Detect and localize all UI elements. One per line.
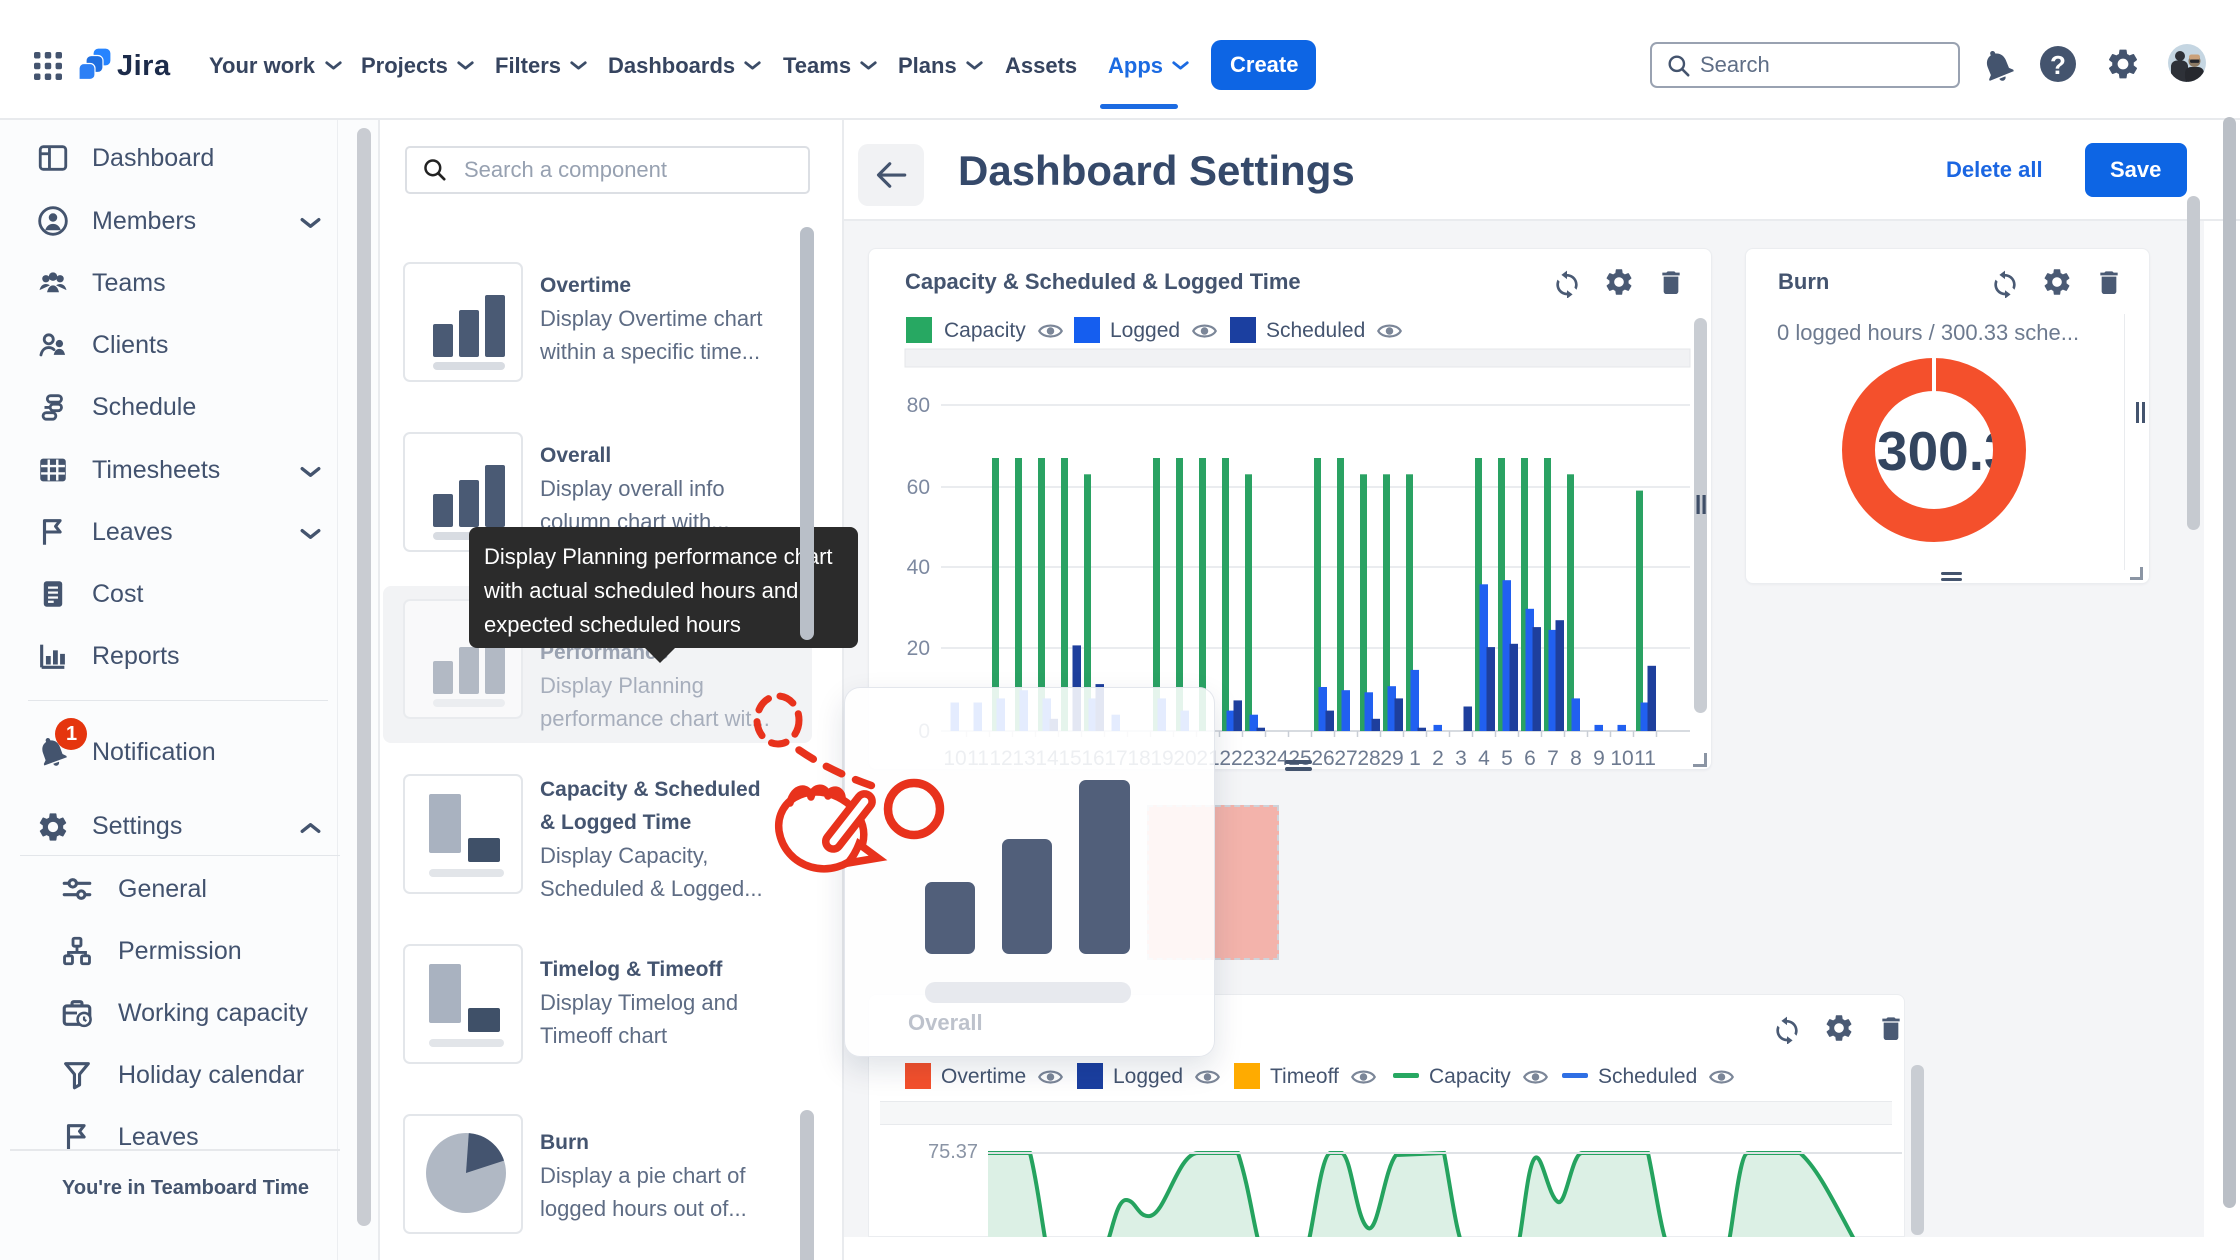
svg-text:4: 4 (1478, 747, 1490, 770)
svg-text:11: 11 (1634, 747, 1656, 770)
svg-text:9: 9 (1593, 747, 1605, 770)
svg-text:5: 5 (1501, 747, 1513, 770)
svg-text:7: 7 (1547, 747, 1559, 770)
svg-text:1: 1 (1409, 747, 1421, 770)
svg-text:8: 8 (1570, 747, 1582, 770)
svg-text:6: 6 (1524, 747, 1536, 770)
svg-text:80: 80 (907, 394, 930, 417)
svg-text:60: 60 (907, 476, 930, 499)
svg-text:29: 29 (1380, 747, 1403, 770)
svg-text:40: 40 (907, 556, 930, 579)
svg-text:27: 27 (1334, 747, 1357, 770)
svg-text:26: 26 (1311, 747, 1334, 770)
svg-text:2: 2 (1432, 747, 1444, 770)
svg-text:3: 3 (1455, 747, 1467, 770)
svg-text:10: 10 (1610, 747, 1633, 770)
svg-text:20: 20 (907, 637, 930, 660)
svg-text:28: 28 (1357, 747, 1380, 770)
svg-text:23: 23 (1242, 747, 1265, 770)
svg-text:22: 22 (1219, 747, 1242, 770)
